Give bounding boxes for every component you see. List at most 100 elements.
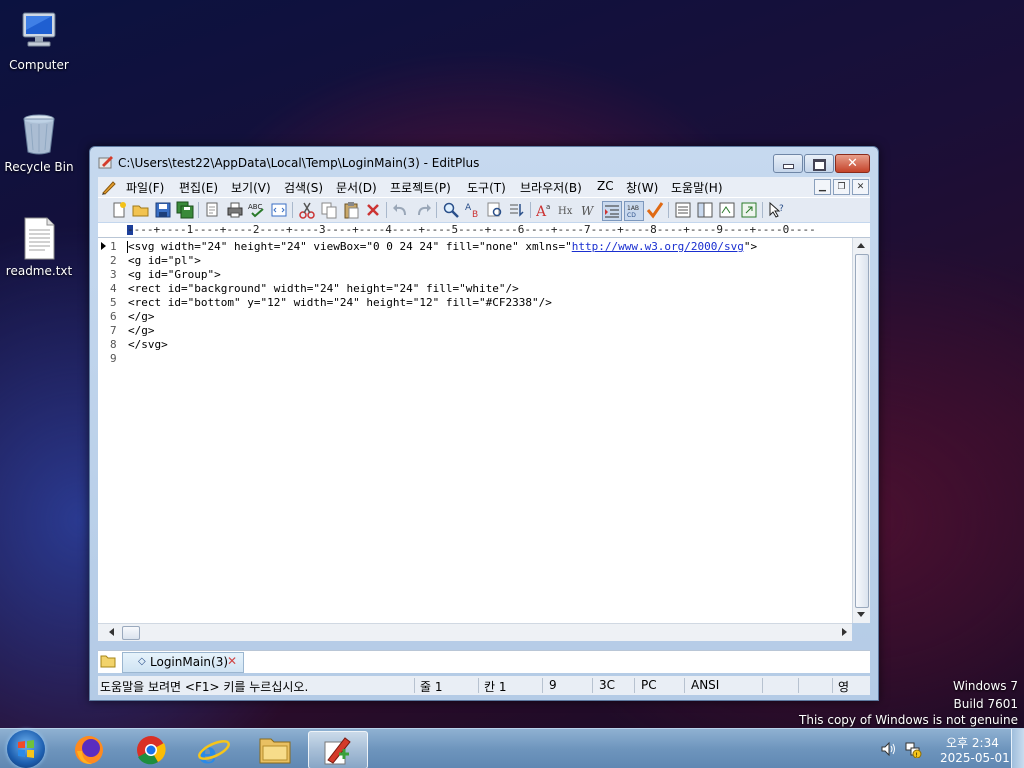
taskbar-file-explorer[interactable]	[246, 731, 304, 767]
maximize-icon	[813, 159, 826, 171]
mdi-restore-button[interactable]: ❐	[833, 179, 850, 195]
taskbar-editplus[interactable]	[308, 731, 368, 768]
tab-close-icon[interactable]: ✕	[227, 654, 237, 668]
menu-tools[interactable]: 도구(T)	[467, 179, 506, 196]
text-file-icon	[17, 216, 61, 260]
code-line: </g>	[128, 310, 155, 323]
taskbar-chrome[interactable]	[122, 731, 180, 767]
copy-icon[interactable]	[320, 201, 338, 219]
menu-view[interactable]: 보기(V)	[231, 179, 271, 196]
hex-view-icon[interactable]: Hx	[558, 201, 576, 219]
delete-icon[interactable]	[364, 201, 382, 219]
replace-icon[interactable]: AB	[464, 201, 482, 220]
status-separator	[478, 678, 479, 693]
menu-window[interactable]: 창(W)	[626, 179, 658, 196]
desktop-icon-recycle-bin[interactable]: Recycle Bin	[3, 112, 75, 174]
start-button[interactable]	[7, 730, 45, 768]
taskbar-firefox[interactable]	[60, 731, 118, 767]
menu-edit[interactable]: 편집(E)	[179, 179, 218, 196]
status-line: 줄 1	[420, 680, 443, 694]
status-separator	[798, 678, 799, 693]
folder-icon[interactable]	[100, 654, 116, 668]
clock-date[interactable]: 2025-05-01	[940, 751, 1010, 765]
word-wrap-icon[interactable]: W	[580, 201, 598, 219]
desktop-icon-computer[interactable]: Computer	[3, 10, 75, 72]
menu-search[interactable]: 검색(S)	[284, 179, 323, 196]
chrome-icon	[137, 736, 166, 765]
menu-document[interactable]: 문서(D)	[336, 179, 377, 196]
menu-browser[interactable]: 브라우저(B)	[520, 179, 582, 196]
minimize-icon	[783, 164, 794, 169]
status-bar: 도움말을 보려면 <F1> 키를 누르십시오. 줄 1 칸 1 9 3C PC …	[98, 676, 870, 695]
toolbar-separator	[436, 202, 437, 218]
text-caret	[127, 241, 128, 253]
find-icon[interactable]	[442, 201, 460, 219]
editplus-icon	[324, 737, 351, 765]
computer-icon	[17, 10, 61, 54]
vertical-scroll-thumb[interactable]	[855, 254, 869, 608]
scroll-down-arrow-icon[interactable]	[857, 612, 865, 617]
paste-icon[interactable]	[342, 201, 360, 219]
desktop-icon-label: readme.txt	[5, 264, 73, 278]
show-desktop-button[interactable]	[1011, 729, 1024, 768]
toolbar: ABC AB Aa Hx W 1AB CD ?	[98, 197, 870, 222]
fullscreen-icon[interactable]	[740, 201, 758, 219]
status-encoding[interactable]: ANSI	[691, 678, 719, 692]
clock-time[interactable]: 오후 2:34	[946, 734, 999, 751]
output-window-icon[interactable]	[718, 201, 736, 219]
code-hyperlink[interactable]: http://www.w3.org/2000/svg	[572, 240, 744, 253]
mdi-minimize-button[interactable]: ▁	[814, 179, 831, 195]
undo-icon[interactable]	[392, 201, 410, 219]
recycle-bin-icon	[17, 112, 61, 156]
code-text: ">	[743, 240, 758, 253]
new-file-icon[interactable]	[110, 201, 128, 219]
code-line: <svg width="24" height="24" viewBox="0 0…	[128, 240, 757, 253]
find-in-files-icon[interactable]	[486, 201, 504, 219]
horizontal-scroll-thumb[interactable]	[122, 626, 140, 640]
print-preview-icon[interactable]	[204, 201, 222, 219]
desktop-icon-label: Recycle Bin	[4, 160, 74, 174]
save-icon[interactable]	[154, 201, 172, 219]
spellcheck-icon[interactable]: ABC	[248, 201, 266, 219]
network-icon[interactable]: !	[904, 740, 922, 759]
status-ime-mode: 영	[838, 680, 850, 694]
volume-icon[interactable]	[880, 741, 896, 757]
cut-icon[interactable]	[298, 201, 316, 219]
maximize-button[interactable]	[804, 154, 834, 173]
browser-preview-icon[interactable]	[270, 201, 288, 219]
open-file-icon[interactable]	[132, 201, 150, 219]
desktop-icon-readme[interactable]: readme.txt	[3, 216, 75, 278]
document-menu-icon[interactable]	[101, 179, 117, 195]
cliptext-window-icon[interactable]	[696, 201, 714, 219]
svg-text:a: a	[546, 203, 550, 211]
scroll-right-arrow-icon[interactable]	[842, 628, 847, 636]
status-separator	[684, 678, 685, 693]
column-select-icon[interactable]: 1AB CD	[624, 201, 644, 221]
scroll-up-arrow-icon[interactable]	[857, 243, 865, 248]
save-all-icon[interactable]	[176, 201, 194, 219]
scroll-left-arrow-icon[interactable]	[109, 628, 114, 636]
redo-icon[interactable]	[414, 201, 432, 219]
indent-icon[interactable]	[602, 201, 622, 221]
svg-text:Hx: Hx	[558, 206, 573, 217]
document-tab[interactable]: ◇ LoginMain(3) ✕	[122, 652, 244, 673]
font-icon[interactable]: Aa	[535, 201, 554, 220]
check-icon[interactable]	[646, 201, 664, 219]
close-button[interactable]: ✕	[835, 154, 870, 173]
window-titlebar[interactable]: C:\Users\test22\AppData\Local\Temp\Login…	[90, 147, 878, 177]
menu-project[interactable]: 프로젝트(P)	[390, 179, 451, 196]
horizontal-scrollbar[interactable]	[98, 623, 852, 641]
minimize-button[interactable]	[773, 154, 803, 173]
mdi-close-button[interactable]: ✕	[852, 179, 869, 195]
menu-file[interactable]: 파일(F)	[126, 179, 164, 196]
goto-line-icon[interactable]	[508, 201, 526, 219]
tab-modified-icon: ◇	[138, 656, 146, 667]
directory-window-icon[interactable]	[674, 201, 692, 219]
context-help-icon[interactable]: ?	[768, 201, 786, 219]
taskbar-internet-explorer[interactable]: e	[184, 731, 242, 768]
menu-help[interactable]: 도움말(H)	[671, 179, 723, 196]
vertical-scrollbar[interactable]	[852, 238, 870, 623]
print-icon[interactable]	[226, 201, 244, 219]
menu-zc[interactable]: ZC	[597, 179, 614, 193]
code-editor[interactable]: 1 2 3 4 5 6 7 8 9 <svg width="24" height…	[98, 238, 852, 623]
